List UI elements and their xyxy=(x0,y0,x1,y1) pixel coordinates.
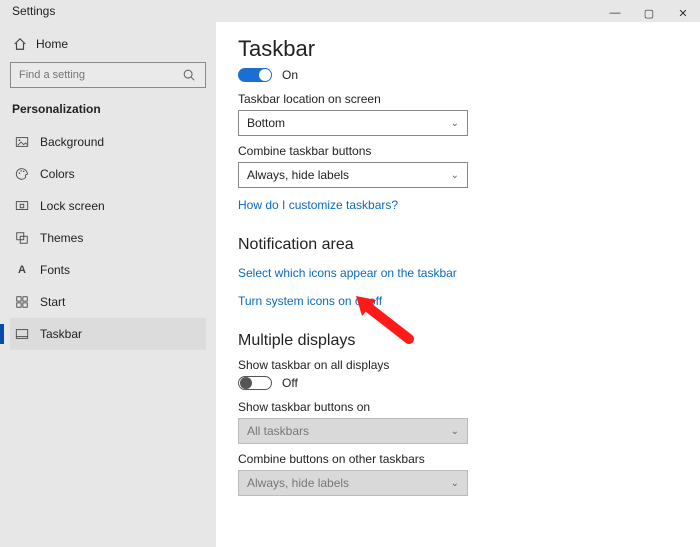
sidebar-item-colors[interactable]: Colors xyxy=(10,158,206,190)
sidebar-item-themes[interactable]: Themes xyxy=(10,222,206,254)
nav-label: Fonts xyxy=(40,263,70,277)
combine-value: Always, hide labels xyxy=(247,168,349,182)
sidebar-item-background[interactable]: Background xyxy=(10,126,206,158)
nav-label: Themes xyxy=(40,231,83,245)
sidebar-item-fonts[interactable]: A Fonts xyxy=(10,254,206,286)
chevron-down-icon: ⌄ xyxy=(451,170,459,181)
home-icon xyxy=(12,36,28,52)
show-buttons-on-value: All taskbars xyxy=(247,424,309,438)
combine-select[interactable]: Always, hide labels ⌄ xyxy=(238,162,468,188)
lock-screen-icon xyxy=(14,198,30,214)
notification-area-heading: Notification area xyxy=(238,236,678,254)
category-heading: Personalization xyxy=(10,102,206,116)
sidebar: Home Personalization Background Colors xyxy=(0,22,216,547)
location-select[interactable]: Bottom ⌄ xyxy=(238,110,468,136)
sidebar-item-start[interactable]: Start xyxy=(10,286,206,318)
close-icon: ✕ xyxy=(678,7,687,20)
combine-other-value: Always, hide labels xyxy=(247,476,349,490)
combine-label: Combine taskbar buttons xyxy=(238,144,678,158)
nav-list: Background Colors Lock screen Themes A F… xyxy=(10,126,206,350)
nav-label: Taskbar xyxy=(40,327,82,341)
maximize-button[interactable]: ▢ xyxy=(632,4,666,22)
themes-icon xyxy=(14,230,30,246)
toggle-on[interactable] xyxy=(238,68,272,82)
maximize-icon: ▢ xyxy=(644,7,654,20)
window-title: Settings xyxy=(12,4,55,18)
palette-icon xyxy=(14,166,30,182)
show-buttons-on-select: All taskbars ⌄ xyxy=(238,418,468,444)
image-icon xyxy=(14,134,30,150)
nav-label: Colors xyxy=(40,167,75,181)
combine-other-select: Always, hide labels ⌄ xyxy=(238,470,468,496)
combine-other-label: Combine buttons on other taskbars xyxy=(238,452,678,466)
titlebar: Settings — ▢ ✕ xyxy=(0,0,700,22)
select-icons-link[interactable]: Select which icons appear on the taskbar xyxy=(238,266,457,280)
nav-label: Background xyxy=(40,135,104,149)
show-buttons-on-label: Show taskbar buttons on xyxy=(238,400,678,414)
sidebar-item-lock-screen[interactable]: Lock screen xyxy=(10,190,206,222)
fonts-icon: A xyxy=(14,262,30,278)
content-pane: Taskbar On Taskbar location on screen Bo… xyxy=(216,22,700,547)
show-all-displays-label: Show taskbar on all displays xyxy=(238,358,678,372)
taskbar-icon xyxy=(14,326,30,342)
minimize-icon: — xyxy=(610,7,621,19)
chevron-down-icon: ⌄ xyxy=(451,118,459,129)
search-icon xyxy=(181,67,197,83)
toggle-row-main: On xyxy=(238,68,678,82)
chevron-down-icon: ⌄ xyxy=(451,426,459,437)
system-icons-link[interactable]: Turn system icons on or off xyxy=(238,294,382,308)
toggle-row-multi: Off xyxy=(238,376,678,390)
nav-label: Lock screen xyxy=(40,199,105,213)
search-input[interactable] xyxy=(19,69,169,81)
page-title: Taskbar xyxy=(238,36,678,62)
sidebar-item-taskbar[interactable]: Taskbar xyxy=(10,318,206,350)
toggle-knob xyxy=(240,377,252,389)
toggle-off[interactable] xyxy=(238,376,272,390)
toggle-state-label: On xyxy=(282,68,298,82)
toggle-knob xyxy=(259,69,271,81)
search-box[interactable] xyxy=(10,62,206,88)
chevron-down-icon: ⌄ xyxy=(451,478,459,489)
home-label: Home xyxy=(36,37,68,51)
toggle-state-label: Off xyxy=(282,376,298,390)
home-link[interactable]: Home xyxy=(10,30,206,62)
minimize-button[interactable]: — xyxy=(598,4,632,22)
location-label: Taskbar location on screen xyxy=(238,92,678,106)
customize-link[interactable]: How do I customize taskbars? xyxy=(238,198,398,212)
start-icon xyxy=(14,294,30,310)
multiple-displays-heading: Multiple displays xyxy=(238,332,678,350)
location-value: Bottom xyxy=(247,116,285,130)
window-controls: — ▢ ✕ xyxy=(598,4,700,22)
nav-label: Start xyxy=(40,295,65,309)
close-button[interactable]: ✕ xyxy=(666,4,700,22)
